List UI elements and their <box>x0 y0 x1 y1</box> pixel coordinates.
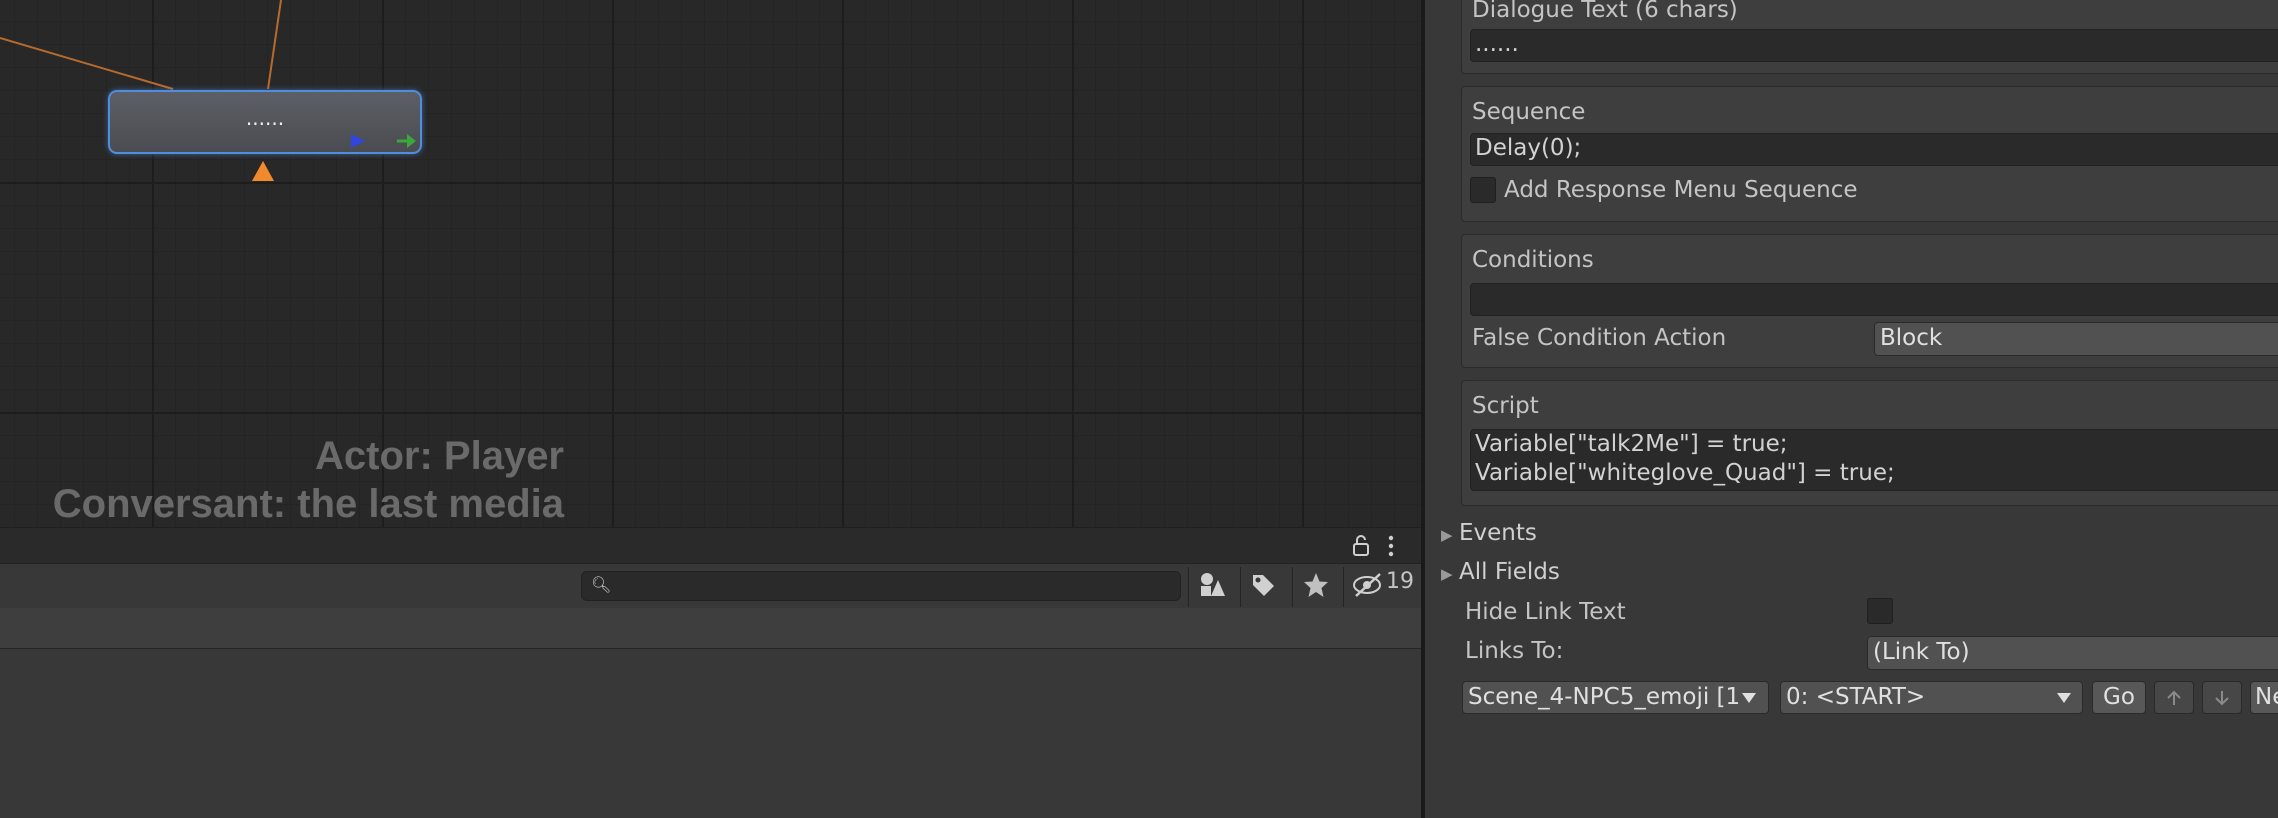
conversation-select-value: Scene_4-NPC5_emoji [1 <box>1468 684 1741 710</box>
sequence-group: Sequence Delay(0); Add Response Menu Seq… <box>1461 86 2278 222</box>
add-response-menu-sequence-checkbox[interactable] <box>1470 177 1496 203</box>
conversant-label: Conversant: the last media <box>52 482 564 526</box>
script-group: Script Variable["talk2Me"] = true; Varia… <box>1461 380 2278 506</box>
actor-info: Actor: Player Conversant: the last media <box>53 432 564 527</box>
panel-header-bar <box>0 527 1421 564</box>
add-response-menu-sequence-label: Add Response Menu Sequence <box>1504 177 1858 203</box>
entry-select[interactable]: 0: <START> <box>1780 681 2083 714</box>
star-icon[interactable] <box>1303 572 1329 598</box>
go-button[interactable]: Go <box>2092 681 2146 714</box>
lock-icon[interactable] <box>1352 535 1370 557</box>
toolbar-divider <box>1188 567 1189 607</box>
events-foldout[interactable]: ▶ Events <box>1441 520 1537 546</box>
all-fields-foldout[interactable]: ▶ All Fields <box>1441 559 1560 585</box>
search-icon: 🔍︎ <box>591 575 612 594</box>
dialogue-node[interactable]: ...... <box>108 90 422 154</box>
toolbar-divider <box>1240 567 1241 607</box>
script-line: Variable["talk2Me"] = true; <box>1475 431 1788 457</box>
conditions-label: Conditions <box>1472 247 1594 273</box>
script-field[interactable]: Variable["talk2Me"] = true; Variable["wh… <box>1470 429 2278 491</box>
chevron-down-icon <box>1742 693 1756 703</box>
inspector-panel: Dialogue Text (6 chars) ...... Sequence … <box>1425 0 2278 818</box>
tag-icon[interactable] <box>1250 572 1276 598</box>
toolbar-divider <box>1343 567 1344 607</box>
type-filter-icon[interactable] <box>1198 572 1226 600</box>
expand-arrow-icon: ▶ <box>1441 565 1453 583</box>
actor-label: Actor: Player <box>315 434 564 478</box>
node-graph-canvas[interactable]: ...... Actor: Player Conversant: the las… <box>0 0 1421 527</box>
visibility-off-icon[interactable] <box>1352 572 1384 598</box>
conversation-select[interactable]: Scene_4-NPC5_emoji [1 <box>1462 681 1769 714</box>
false-condition-action-label: False Condition Action <box>1472 325 1727 351</box>
arrow-up-icon <box>2167 690 2181 705</box>
sequence-field[interactable]: Delay(0); <box>1470 133 2278 166</box>
move-up-button[interactable] <box>2154 681 2194 714</box>
all-fields-label: All Fields <box>1459 559 1560 585</box>
events-label: Events <box>1459 520 1537 546</box>
new-button[interactable]: Ne <box>2250 681 2278 714</box>
search-input[interactable]: 🔍︎ <box>581 571 1181 601</box>
dialogue-text-group: Dialogue Text (6 chars) ...... <box>1461 0 2278 74</box>
play-icon[interactable] <box>349 132 367 150</box>
sequence-label: Sequence <box>1472 99 1586 125</box>
conditions-field[interactable] <box>1470 283 2278 316</box>
link-line <box>267 0 282 90</box>
false-condition-action-dropdown[interactable]: Block <box>1874 322 2278 356</box>
more-menu-icon[interactable] <box>1387 535 1395 557</box>
conditions-group: Conditions False Condition Action Block <box>1461 234 2278 368</box>
search-toolbar: 🔍︎ 19 <box>0 563 1421 609</box>
script-line: Variable["whiteglove_Quad"] = true; <box>1475 460 1895 486</box>
links-to-dropdown[interactable]: (Link To) <box>1867 636 2278 670</box>
arrow-down-icon <box>2215 691 2229 706</box>
node-text: ...... <box>245 106 285 130</box>
toolbar-divider <box>1292 567 1293 607</box>
chevron-down-icon <box>2057 693 2071 703</box>
warning-triangle-icon <box>252 161 274 181</box>
link-line <box>0 37 174 90</box>
script-label: Script <box>1472 393 1539 419</box>
hide-link-text-checkbox[interactable] <box>1867 598 1893 624</box>
entry-select-value: 0: <START> <box>1786 684 1926 710</box>
list-area[interactable] <box>0 649 1421 818</box>
arrow-right-icon[interactable] <box>396 132 418 150</box>
hide-link-text-label: Hide Link Text <box>1465 599 1626 625</box>
dialogue-text-label: Dialogue Text (6 chars) <box>1472 0 1738 23</box>
hidden-count: 19 <box>1386 569 1414 594</box>
expand-arrow-icon: ▶ <box>1441 526 1453 544</box>
move-down-button[interactable] <box>2202 681 2242 714</box>
dialogue-text-field[interactable]: ...... <box>1470 29 2278 62</box>
list-header <box>0 608 1421 649</box>
links-to-label: Links To: <box>1465 638 1564 664</box>
